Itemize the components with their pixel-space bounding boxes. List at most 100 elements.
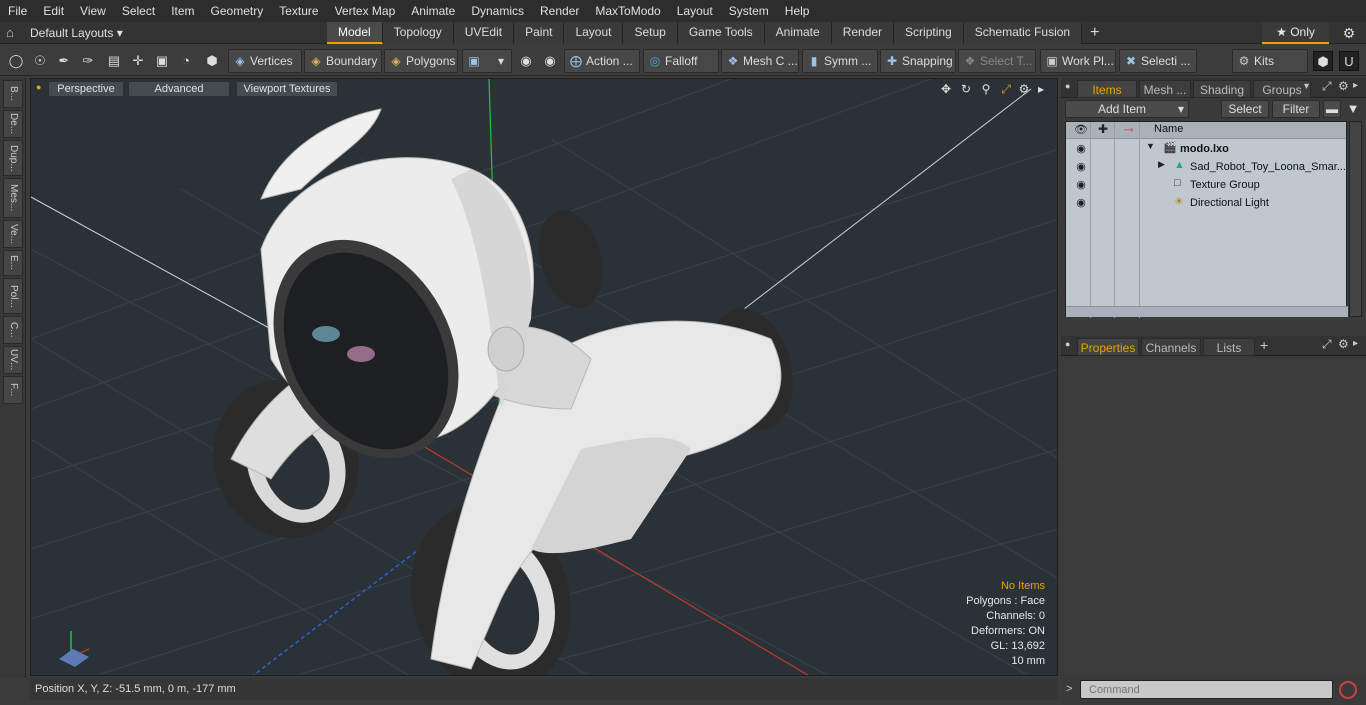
items-vertical-scrollbar[interactable] [1349, 121, 1362, 317]
tab-shading[interactable]: Shading [1193, 80, 1251, 98]
menu-geometry[interactable]: Geometry [203, 0, 272, 22]
select-button[interactable]: Select [1221, 100, 1269, 118]
tab-lists[interactable]: Lists [1203, 338, 1255, 356]
funnel-icon[interactable]: ▼ [1344, 101, 1362, 117]
only-button[interactable]: ★ Only [1262, 22, 1329, 44]
command-input[interactable] [1080, 680, 1333, 699]
work-plane-button[interactable]: ▣ Work Pl... [1040, 49, 1116, 73]
viewport-settings-icon[interactable]: ⚙ [1016, 81, 1032, 97]
home-icon[interactable]: ⌂ [6, 25, 22, 41]
menu-vertex-map[interactable]: Vertex Map [327, 0, 404, 22]
menu-maxtomodo[interactable]: MaxToModo [587, 0, 668, 22]
selection-sets-button[interactable]: ✖ Selecti ... [1119, 49, 1197, 73]
filter-button[interactable]: Filter [1272, 100, 1320, 118]
polygons-button[interactable]: ◈ Polygons [384, 49, 458, 73]
falloff-button[interactable]: ◎ Falloff [643, 49, 719, 73]
panel-expand-icon[interactable]: ⤢ [1322, 79, 1332, 94]
tab-properties[interactable]: Properties [1077, 338, 1139, 356]
brush-icon[interactable]: ✑ [78, 51, 98, 71]
item-row-mesh[interactable]: ◉ ▶ ▲ Sad_Robot_Toy_Loona_Smar... [1066, 158, 1346, 176]
panel-arrow-icon[interactable]: ▸ [1353, 338, 1358, 349]
menu-item[interactable]: Item [163, 0, 202, 22]
expand-arrow-icon[interactable]: ▶ [1158, 159, 1165, 170]
menu-texture[interactable]: Texture [271, 0, 326, 22]
tool-tab-deform[interactable]: De... [3, 110, 23, 138]
pen-icon[interactable]: ✒ [54, 51, 74, 71]
item-row-scene[interactable]: ◉ ▼ 🎬 modo.lxo [1066, 140, 1346, 158]
tool-tab-edge[interactable]: E... [3, 250, 23, 276]
add-tab-icon[interactable]: + [1082, 22, 1107, 44]
rotate-view-icon[interactable]: ↻ [958, 81, 974, 97]
items-horizontal-scrollbar[interactable] [1066, 306, 1348, 317]
circle-select-icon[interactable]: ◯ [6, 51, 26, 71]
collapse-icon[interactable]: ▬ [1323, 100, 1341, 118]
eye-icon[interactable]: ◉ [1074, 142, 1088, 156]
item-row-directional-light[interactable]: ◉ ☀ Directional Light [1066, 194, 1346, 212]
kits-button[interactable]: ⚙ Kits [1232, 49, 1308, 73]
perspective-button[interactable]: Perspective [48, 81, 124, 97]
pie-icon[interactable]: ◔ [176, 51, 196, 71]
record-icon[interactable] [1339, 681, 1357, 699]
viewport-expand-icon[interactable]: ▸ [1033, 81, 1049, 97]
tab-scripting[interactable]: Scripting [894, 22, 964, 44]
panel-expand-icon[interactable]: ⤢ [1322, 337, 1332, 352]
name-column-header[interactable]: Name [1154, 123, 1183, 135]
tool-tab-fusion[interactable]: F... [3, 376, 23, 404]
vertices-button[interactable]: ◈ Vertices [228, 49, 302, 73]
tab-topology[interactable]: Topology [382, 22, 454, 44]
material-dropdown[interactable]: ▣ ▾ [462, 49, 512, 73]
menu-system[interactable]: System [721, 0, 777, 22]
globe-icon[interactable]: ☉ [30, 51, 50, 71]
menu-animate[interactable]: Animate [403, 0, 463, 22]
3d-viewport[interactable]: ● Perspective Advanced Viewport Textures… [30, 78, 1058, 676]
panel-arrow-icon[interactable]: ▸ [1353, 80, 1358, 91]
move-view-icon[interactable]: ✥ [938, 81, 954, 97]
stack-icon[interactable]: ▤ [104, 51, 124, 71]
menu-edit[interactable]: Edit [35, 0, 72, 22]
tab-animate[interactable]: Animate [764, 22, 832, 44]
snap-mode-icon[interactable]: ◉ [540, 51, 560, 71]
unity-icon[interactable]: ⬢ [1313, 51, 1333, 71]
add-tab-icon[interactable]: + [1260, 337, 1268, 353]
tab-mesh[interactable]: Mesh ... [1139, 80, 1191, 98]
panel-menu-icon[interactable]: ● [1065, 81, 1070, 91]
tab-groups[interactable]: Groups [1253, 80, 1311, 98]
snapping-button[interactable]: ✚ Snapping [880, 49, 956, 73]
select-through-button[interactable]: ❖ Select T... [958, 49, 1036, 73]
expand-arrow-icon[interactable]: ▼ [1146, 141, 1155, 151]
menu-help[interactable]: Help [777, 0, 818, 22]
panel-menu-icon[interactable]: ● [1065, 339, 1070, 349]
menu-render[interactable]: Render [532, 0, 587, 22]
menu-select[interactable]: Select [114, 0, 163, 22]
tab-setup[interactable]: Setup [623, 22, 678, 44]
tool-tab-uv[interactable]: UV... [3, 346, 23, 374]
tool-tab-polygon[interactable]: Pol... [3, 278, 23, 314]
viewport-menu-icon[interactable]: ● [36, 82, 41, 92]
boundary-button[interactable]: ◈ Boundary [304, 49, 382, 73]
tool-tab-duplicate[interactable]: Dup... [3, 140, 23, 176]
tool-tab-basic[interactable]: B... [3, 80, 23, 108]
mesh-cleanup-button[interactable]: ❖ Mesh C ... [721, 49, 799, 73]
advanced-button[interactable]: Advanced [128, 81, 230, 97]
eye-icon[interactable]: ◉ [1074, 196, 1088, 210]
menu-file[interactable]: File [0, 0, 35, 22]
visibility-column-icon[interactable]: 👁 [1074, 123, 1088, 136]
eye-icon[interactable]: ◉ [1074, 178, 1088, 192]
tab-game-tools[interactable]: Game Tools [677, 22, 765, 44]
item-row-texture-group[interactable]: ◉ □ Texture Group [1066, 176, 1346, 194]
panel-settings-icon[interactable]: ⚙ [1338, 337, 1349, 351]
tab-schematic-fusion[interactable]: Schematic Fusion [963, 22, 1083, 44]
eye-icon[interactable]: ◉ [1074, 160, 1088, 174]
zoom-view-icon[interactable]: ⚲ [978, 81, 994, 97]
tab-layout[interactable]: Layout [564, 22, 624, 44]
add-item-button[interactable]: Add Item ▾ [1065, 100, 1189, 118]
tab-render[interactable]: Render [831, 22, 895, 44]
panel-settings-icon[interactable]: ⚙ [1338, 79, 1349, 93]
gear-icon[interactable]: ⚙ [1336, 22, 1362, 44]
symmetry-mode-icon[interactable]: ◉ [516, 51, 536, 71]
tab-channels[interactable]: Channels [1141, 338, 1201, 356]
layouts-dropdown[interactable]: Default Layouts ▾ [30, 22, 123, 44]
action-center-button[interactable]: ⨁ Action ... [564, 49, 640, 73]
center-icon[interactable]: ✛ [128, 51, 148, 71]
tabs-dropdown-icon[interactable]: ▾ [1304, 81, 1309, 92]
